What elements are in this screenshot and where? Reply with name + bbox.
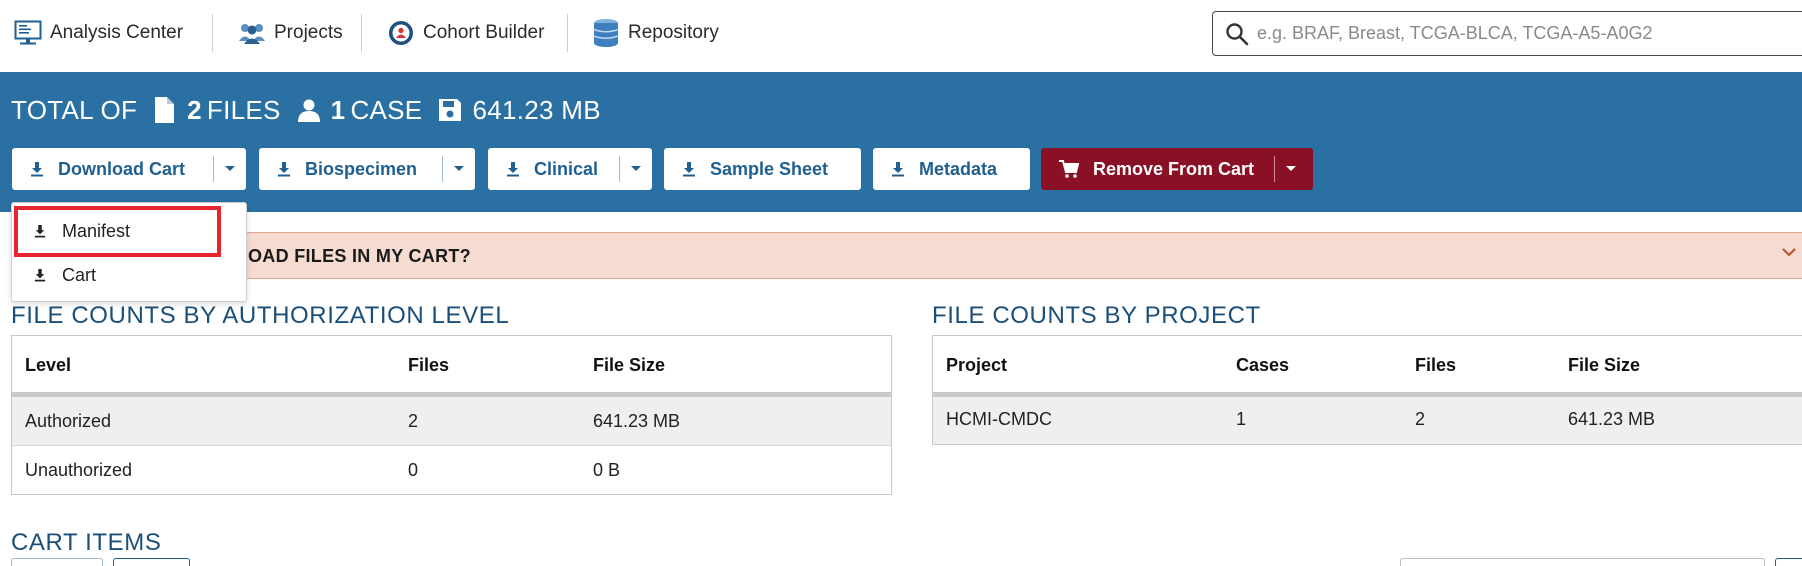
column-header-file-size[interactable]: File Size xyxy=(593,355,665,376)
menu-item-cart[interactable]: Cart xyxy=(12,255,248,295)
download-icon xyxy=(683,162,695,177)
projects-icon xyxy=(239,24,265,44)
auth-level-title: FILE COUNTS BY AUTHORIZATION LEVEL xyxy=(11,302,510,329)
download-icon xyxy=(507,162,519,177)
file-icon xyxy=(155,97,175,123)
table-cell[interactable]: HCMI-CMDC xyxy=(946,409,1052,430)
menu-item-manifest-label: Manifest xyxy=(62,220,131,241)
cart-totals: TOTAL OF 2 FILES 1 CASE 641.23 MB xyxy=(11,90,601,130)
remove-from-cart-label: Remove From Cart xyxy=(1093,158,1255,179)
biospecimen-label: Biospecimen xyxy=(305,158,418,179)
table-cell: 0 xyxy=(408,460,419,480)
table-cell: 641.23 MB xyxy=(1568,409,1656,429)
table-cell: 0 B xyxy=(593,460,621,480)
menu-item-cart-label: Cart xyxy=(62,264,97,285)
download-icon xyxy=(31,162,43,177)
download-cart-button[interactable]: Download Cart xyxy=(12,148,246,190)
nav-repository-label: Repository xyxy=(628,22,719,43)
accordion-title: OAD FILES IN MY CART? xyxy=(248,246,471,266)
table-cell: Unauthorized xyxy=(25,460,133,480)
row-divider xyxy=(12,445,891,446)
biospecimen-button[interactable]: Biospecimen xyxy=(259,148,475,190)
nav-analysis-center-label: Analysis Center xyxy=(50,22,184,43)
save-icon xyxy=(439,99,462,121)
cart-icon xyxy=(1059,160,1079,178)
nav-divider xyxy=(212,14,213,52)
caret-down-icon xyxy=(225,166,235,171)
remove-from-cart-dropdown-toggle[interactable] xyxy=(1275,148,1307,190)
user-icon xyxy=(297,99,320,122)
cart-items-title: CART ITEMS xyxy=(11,529,162,556)
download-help-accordion[interactable]: OAD FILES IN MY CART? xyxy=(11,232,1802,279)
nav-projects[interactable]: Projects xyxy=(238,0,343,66)
table-cell: 641.23 MB xyxy=(593,411,681,431)
total-of-label: TOTAL OF xyxy=(11,94,138,125)
files-label: FILES xyxy=(206,94,281,125)
menu-item-manifest[interactable]: Manifest xyxy=(12,211,248,251)
cases-label: CASE xyxy=(350,94,423,125)
nav-cohort-builder[interactable]: Cohort Builder xyxy=(387,0,544,66)
download-icon xyxy=(892,162,904,177)
quick-search xyxy=(1212,11,1802,56)
nav-projects-label: Projects xyxy=(274,22,343,43)
sample-sheet-button[interactable]: Sample Sheet xyxy=(664,148,861,190)
table-cell: Authorized xyxy=(25,411,112,431)
nav-divider xyxy=(567,14,568,52)
table-cell: 1 xyxy=(1236,409,1247,429)
clinical-label: Clinical xyxy=(534,158,599,179)
caret-down-icon xyxy=(454,166,464,171)
cohort-builder-icon xyxy=(389,21,413,45)
cart-items-control[interactable] xyxy=(1775,558,1802,566)
column-header-project[interactable]: Project xyxy=(946,355,1007,376)
analysis-center-icon xyxy=(14,20,42,45)
cases-count: 1 xyxy=(330,94,346,125)
chevron-down-icon[interactable] xyxy=(1782,247,1796,257)
download-icon xyxy=(34,225,46,238)
repository-icon xyxy=(593,19,619,47)
column-header-level[interactable]: Level xyxy=(25,355,71,376)
clinical-dropdown-toggle[interactable] xyxy=(620,148,652,190)
top-nav: Analysis Center Projects Cohort Builder xyxy=(0,0,1802,72)
caret-down-icon xyxy=(631,166,641,171)
biospecimen-dropdown-toggle[interactable] xyxy=(443,148,475,190)
search-input[interactable] xyxy=(1257,23,1802,44)
download-cart-label: Download Cart xyxy=(58,158,186,179)
by-project-table: Project Cases Files File Size HCMI-CMDC … xyxy=(932,335,1802,445)
metadata-button[interactable]: Metadata xyxy=(873,148,1030,190)
nav-cohort-builder-label: Cohort Builder xyxy=(423,22,545,43)
table-cell: 2 xyxy=(1415,409,1426,429)
column-header-files[interactable]: Files xyxy=(408,355,449,376)
cart-items-search[interactable] xyxy=(1400,558,1765,566)
table-row xyxy=(933,397,1802,444)
column-header-files[interactable]: Files xyxy=(1415,355,1456,376)
clinical-button[interactable]: Clinical xyxy=(488,148,652,190)
by-project-title: FILE COUNTS BY PROJECT xyxy=(932,302,1261,329)
download-cart-menu: Manifest Cart xyxy=(11,202,247,302)
sample-sheet-label: Sample Sheet xyxy=(710,158,829,179)
download-icon xyxy=(34,269,46,282)
nav-repository[interactable]: Repository xyxy=(592,0,719,66)
remove-from-cart-button[interactable]: Remove From Cart xyxy=(1041,148,1313,190)
cart-items-control[interactable] xyxy=(11,558,103,566)
caret-down-icon xyxy=(1286,166,1296,171)
column-header-file-size[interactable]: File Size xyxy=(1568,355,1640,376)
download-cart-dropdown-toggle[interactable] xyxy=(214,148,246,190)
download-icon xyxy=(278,162,290,177)
nav-analysis-center[interactable]: Analysis Center xyxy=(14,0,183,66)
table-cell: 2 xyxy=(408,411,419,431)
auth-level-table: Level Files File Size Authorized 2 641.2… xyxy=(11,335,892,495)
table-row xyxy=(12,397,891,445)
files-count: 2 xyxy=(187,94,202,125)
cart-items-control[interactable] xyxy=(113,558,190,566)
metadata-label: Metadata xyxy=(919,158,998,179)
column-header-cases[interactable]: Cases xyxy=(1236,355,1289,376)
nav-divider xyxy=(361,14,362,52)
search-icon xyxy=(1226,23,1249,46)
total-size: 641.23 MB xyxy=(472,94,601,125)
